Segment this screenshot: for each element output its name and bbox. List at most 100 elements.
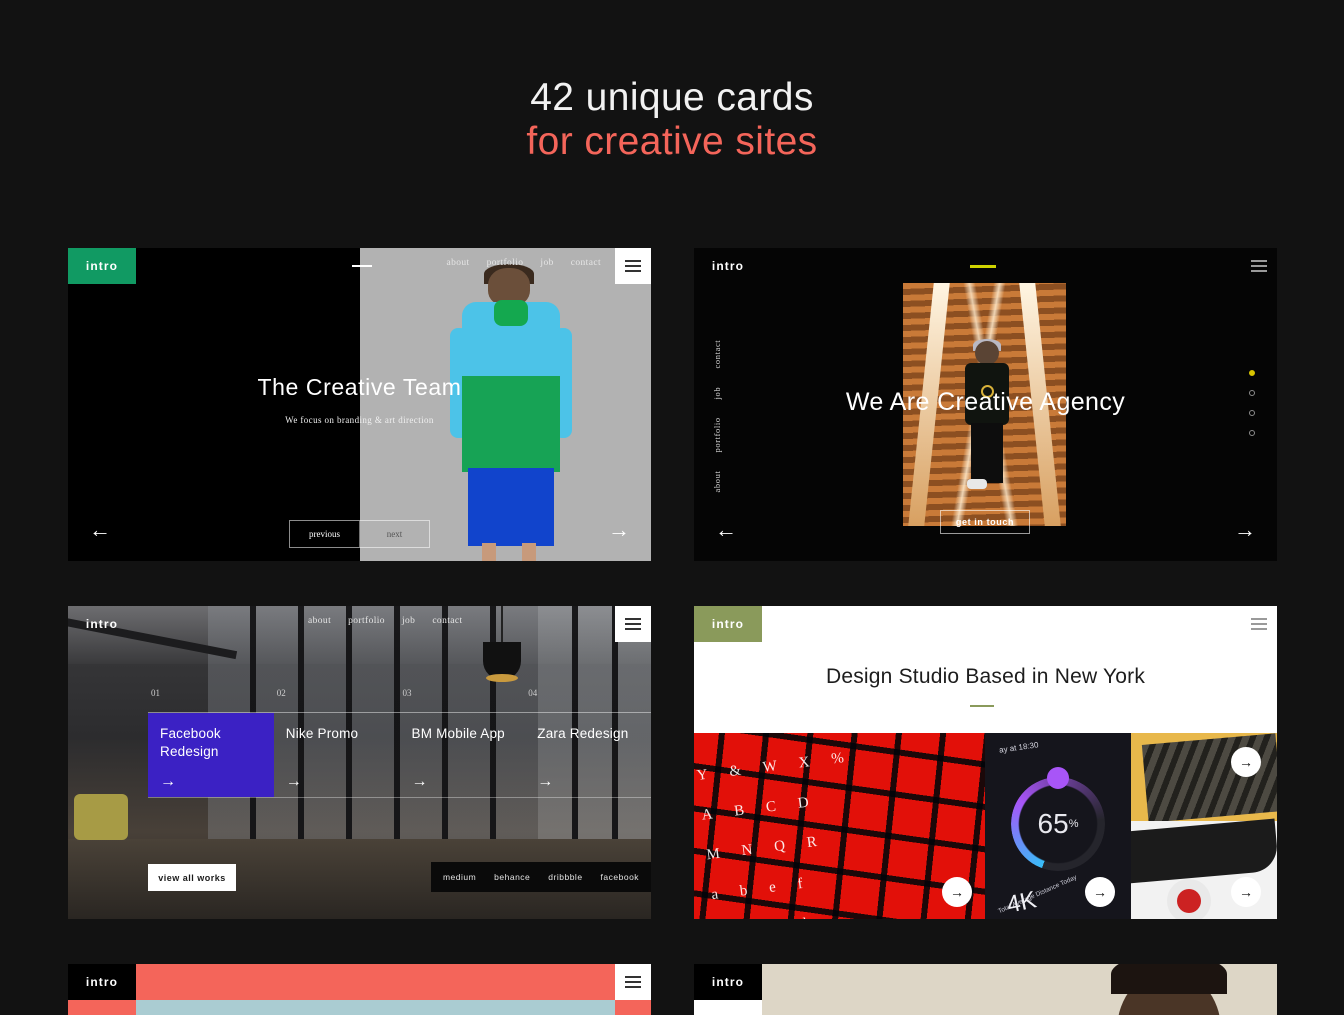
social-link-behance[interactable]: behance [494,872,530,882]
page-title-line-2: for creative sites [526,120,818,163]
card-beige-portrait[interactable]: intro [694,964,1277,1015]
card5-coral-left [68,1000,136,1015]
card1-nav-about[interactable]: about [446,258,469,268]
card3-intro-badge[interactable]: intro [68,606,136,642]
arrow-left-icon[interactable]: ← [712,519,740,541]
card5-coral-right [615,1000,651,1015]
slide-dot-4[interactable] [1249,430,1255,436]
arrow-right-icon[interactable]: → [1231,519,1259,541]
card1-subtitle: We focus on branding & art direction [285,415,434,425]
app-time-label: ay at 18:30 [998,740,1040,755]
card-coral-stripes[interactable]: intro [68,964,651,1015]
gallery-tile-fitness-app[interactable]: ay at 18:30 65% Total Average Distance T… [985,733,1131,919]
arrow-left-icon[interactable]: ← [86,519,114,541]
card2-nav-job[interactable]: job [712,387,722,400]
project-item-facebook[interactable]: Facebook Redesign → [148,713,274,797]
card6-intro-badge[interactable]: intro [694,964,762,1000]
card2-nav-contact[interactable]: contact [712,340,722,369]
card5-intro-badge[interactable]: intro [68,964,136,1000]
social-link-facebook[interactable]: facebook [601,872,640,882]
slide-dot-1[interactable] [1249,370,1255,376]
ring-distance: 4K [1004,886,1039,919]
project-item-zara[interactable]: Zara Redesign → [525,713,651,797]
card3-nav-about[interactable]: about [308,616,331,626]
card2-title: We Are Creative Agency [845,388,1126,416]
card3-nav-job[interactable]: job [402,616,415,626]
gallery-tile-keyboard[interactable]: Y&WX%ABCDMNQRabefcdghqruvstwx → [694,733,985,919]
card1-photo [360,248,651,561]
card4-intro-badge[interactable]: intro [694,606,762,642]
progress-ring: 65% [1011,767,1105,871]
card1-previous-button[interactable]: previous [290,521,360,547]
card6-portrait-photo [1067,964,1277,1015]
card1-prevnext[interactable]: previous next [289,520,430,548]
card4-dash-divider [970,705,994,707]
gallery-tile-foam-device[interactable]: → → [1131,733,1277,919]
slide-dot-2[interactable] [1249,390,1255,396]
card3-project-list: 01 02 03 04 Facebook Redesign → Nike Pro… [148,688,651,810]
page-title-line-1: 42 unique cards [530,76,814,119]
project-item-bm-mobile[interactable]: BM Mobile App → [400,713,526,797]
card2-nav-portfolio[interactable]: portfolio [712,417,722,452]
card4-title: Design Studio Based in New York [825,665,1146,688]
project-items: Facebook Redesign → Nike Promo → BM Mobi… [148,713,651,797]
card-projects[interactable]: intro about portfolio job contact 01 02 … [68,606,651,919]
social-link-medium[interactable]: medium [443,872,476,882]
card1-nav-portfolio[interactable]: portfolio [487,258,524,268]
ring-value: 65 [1037,808,1069,839]
ring-unit: % [1068,818,1079,830]
card1-intro-badge[interactable]: intro [68,248,136,284]
hamburger-icon[interactable] [615,606,651,642]
card1-dash-divider [352,265,372,267]
card-creative-team[interactable]: intro about portfolio job contact The Cr… [68,248,651,561]
project-name: Zara Redesign [537,726,629,741]
project-name: Facebook Redesign [160,726,221,759]
card1-next-button[interactable]: next [360,521,429,547]
project-num-4: 04 [528,688,538,698]
view-all-works-button[interactable]: view all works [148,864,236,891]
card1-nav-contact[interactable]: contact [571,258,601,268]
arrow-right-icon[interactable]: → [605,519,633,541]
card2-dash-divider [970,265,996,268]
card-creative-agency[interactable]: intro about portfolio job contact We Are… [694,248,1277,561]
project-name: BM Mobile App [411,726,505,741]
arrow-right-circle-icon[interactable]: → [1231,747,1261,777]
card2-slide-dots[interactable] [1249,370,1255,450]
page-title: 42 unique cards for creative sites [0,0,1344,164]
slide-dot-3[interactable] [1249,410,1255,416]
arrow-right-icon[interactable]: → [537,773,553,791]
project-numbers: 01 02 03 04 [148,688,651,712]
project-name: Nike Promo [285,726,359,741]
card1-nav: about portfolio job contact [446,258,601,268]
arrow-right-circle-icon[interactable]: → [942,877,972,907]
arrow-right-circle-icon[interactable]: → [1085,877,1115,907]
hamburger-icon[interactable] [1241,248,1277,284]
hamburger-icon[interactable] [1241,606,1277,642]
arrow-right-icon[interactable]: → [412,773,428,791]
project-num-3: 03 [402,688,412,698]
card5-blue-band [136,1000,615,1015]
hamburger-icon[interactable] [615,248,651,284]
card3-nav-contact[interactable]: contact [432,616,462,626]
project-num-1: 01 [151,688,160,698]
card3-nav: about portfolio job contact [308,616,463,626]
arrow-right-circle-icon[interactable]: → [1231,877,1261,907]
social-link-dribbble[interactable]: dribbble [548,872,582,882]
card1-nav-job[interactable]: job [540,258,553,268]
card5-coral-band [136,964,615,1000]
page-root: 42 unique cards for creative sites intro… [0,0,1344,1015]
card2-get-in-touch-button[interactable]: get in touch [940,510,1030,534]
hamburger-icon[interactable] [615,964,651,1000]
card-grid: intro about portfolio job contact The Cr… [68,248,1277,1015]
project-num-2: 02 [276,688,286,698]
card2-nav-about[interactable]: about [712,471,722,493]
arrow-right-icon[interactable]: → [286,773,302,791]
card3-nav-portfolio[interactable]: portfolio [348,616,385,626]
project-item-nike[interactable]: Nike Promo → [274,713,400,797]
card6-white-block [694,1000,762,1015]
card2-intro-badge[interactable]: intro [694,248,762,284]
project-divider-bottom [148,797,651,798]
card4-gallery: Y&WX%ABCDMNQRabefcdghqruvstwx → ay at 18… [694,733,1277,919]
card-design-studio[interactable]: intro Design Studio Based in New York Y&… [694,606,1277,919]
arrow-right-icon[interactable]: → [160,773,176,791]
